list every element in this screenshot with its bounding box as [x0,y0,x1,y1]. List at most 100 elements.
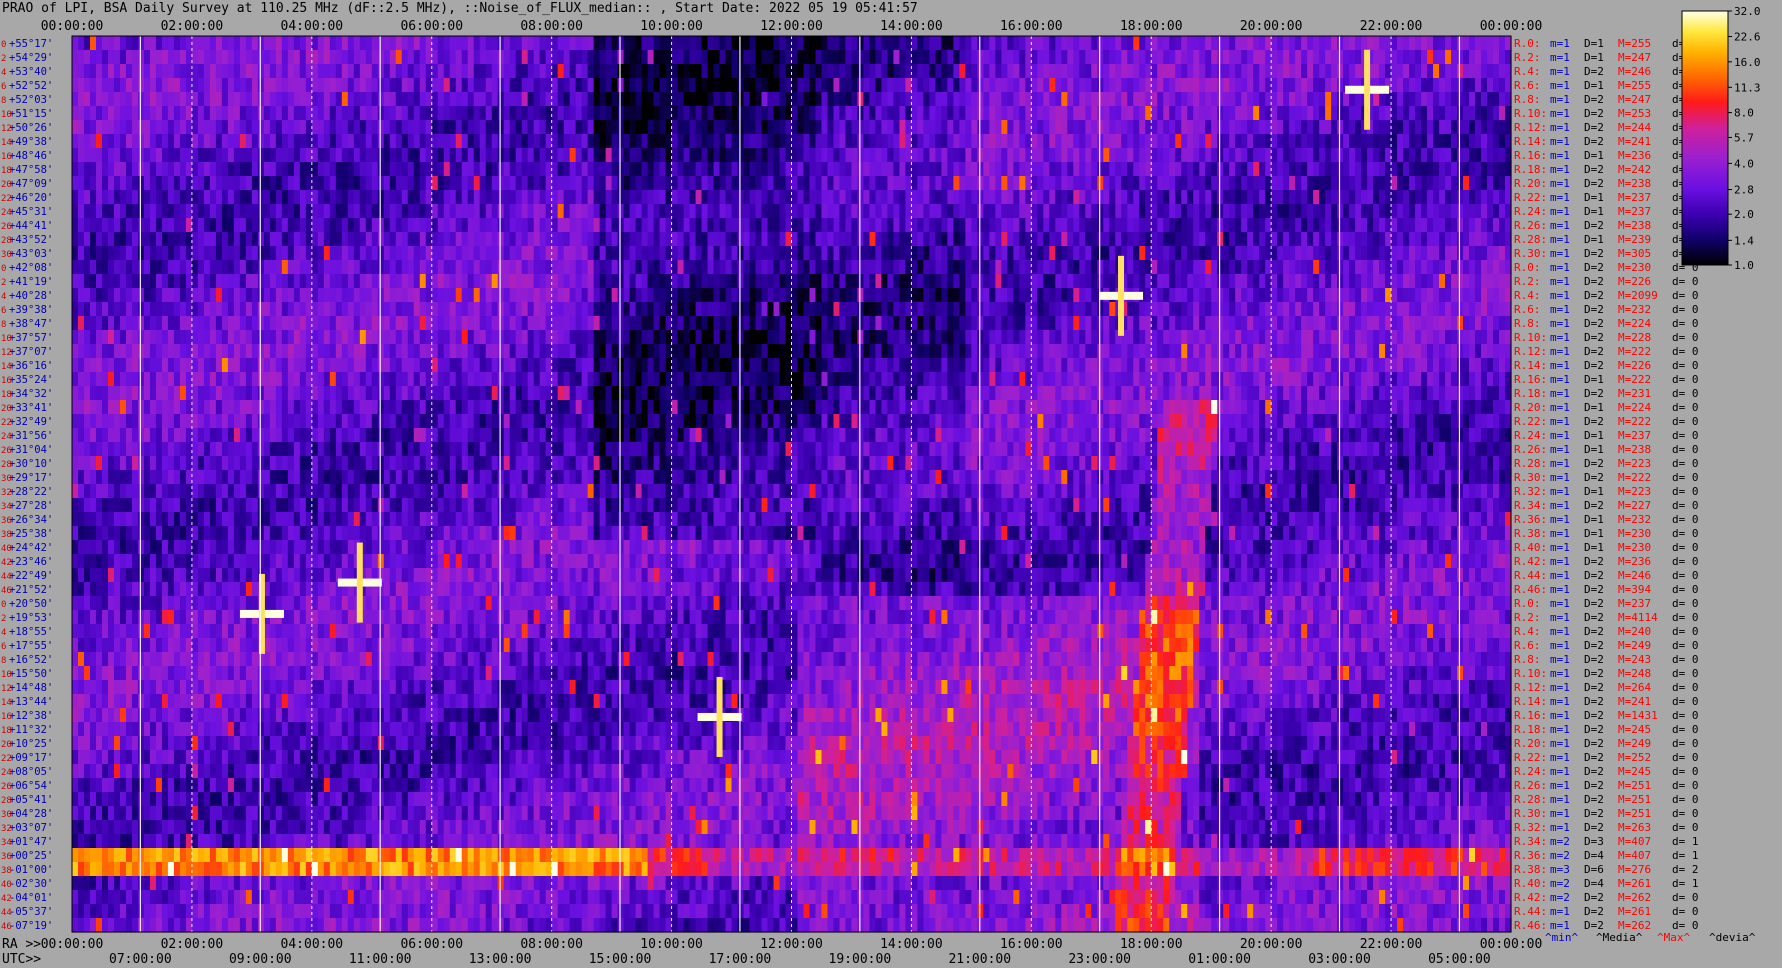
heatmap-cell [1019,274,1026,289]
heatmap-cell [1175,176,1182,191]
heatmap-cell [83,232,91,247]
heatmap-cell [233,316,241,331]
heatmap-cell [527,218,535,233]
heatmap-cell [1319,106,1326,121]
heatmap-cell [1037,176,1044,191]
heatmap-cell [1157,134,1164,149]
heatmap-cell [473,92,481,107]
heatmap-cell [515,64,523,79]
heatmap-cell [1247,204,1254,219]
heatmap-cell [419,260,427,275]
heatmap-cell [713,204,721,219]
heatmap-cell [851,78,859,93]
heatmap-cell [131,302,139,317]
heatmap-cell [1355,134,1362,149]
heatmap-cell [365,106,373,121]
heatmap-cell [407,64,415,79]
heatmap-cell [167,302,175,317]
heatmap-cell [113,92,121,107]
heatmap-cell [1451,36,1458,51]
heatmap-cell [611,232,619,247]
heatmap-cell [341,162,349,177]
heatmap-cell [1343,232,1350,247]
heatmap-cell [1229,288,1236,303]
heatmap-cell [809,316,817,331]
heatmap-cell [995,36,1002,51]
heatmap-cell [935,36,942,51]
heatmap-cell [521,288,529,303]
heatmap-cell [1139,120,1146,135]
heatmap-cell [527,92,535,107]
heatmap-cell [485,274,493,289]
heatmap-cell [1457,302,1464,317]
heatmap-cell [1085,36,1092,51]
heatmap-cell [161,218,169,233]
heatmap-cell [191,218,199,233]
heatmap-cell [1487,92,1494,107]
heatmap-cell [227,134,235,149]
heatmap-cell [281,134,289,149]
heatmap-cell [1109,190,1116,205]
heatmap-cell [773,120,781,135]
heatmap-cell [299,204,307,219]
heatmap-cell [155,50,163,65]
heatmap-cell [719,50,727,65]
heatmap-cell [977,176,984,191]
heatmap-cell [281,148,289,163]
heatmap-cell [479,288,487,303]
heatmap-cell [1415,218,1422,233]
heatmap-cell [1175,302,1182,317]
heatmap-cell [413,148,421,163]
heatmap-cell [779,92,787,107]
heatmap-cell [911,36,919,51]
heatmap-cell [575,288,583,303]
heatmap-cell [509,246,517,261]
heatmap-cell [629,106,637,121]
heatmap-cell [821,162,829,177]
heatmap-cell [881,162,889,177]
heatmap-cell [533,176,541,191]
heatmap-cell [1031,204,1038,219]
heatmap-cell [1157,36,1164,51]
heatmap-cell [761,148,769,163]
heatmap-cell [1259,120,1266,135]
heatmap-cell [1397,302,1404,317]
heatmap-cell [521,302,529,317]
heatmap-cell [167,148,175,163]
heatmap-cell [623,36,631,51]
heatmap-cell [551,274,559,289]
heatmap-cell [461,92,469,107]
heatmap-cell [923,176,931,191]
heatmap-cell [1457,50,1464,65]
heatmap-cell [1331,176,1338,191]
heatmap-cell [1391,246,1398,261]
heatmap-cell [899,204,907,219]
heatmap-cell [641,190,649,205]
heatmap-cell [563,246,571,261]
heatmap-cell [815,162,823,177]
heatmap-cell [707,36,715,51]
heatmap-cell [713,316,721,331]
heatmap-cell [263,232,271,247]
heatmap-cell [1007,260,1014,275]
heatmap-cell [617,274,625,289]
heatmap-cell [365,232,373,247]
heatmap-cell [1493,162,1500,177]
heatmap-cell [1403,134,1410,149]
heatmap-cell [707,134,715,149]
heatmap-cell [851,148,859,163]
heatmap-cell [1049,92,1056,107]
heatmap-cell [1115,78,1122,93]
heatmap-cell [455,36,463,51]
heatmap-cell [1463,302,1470,317]
heatmap-cell [443,302,451,317]
heatmap-cell [587,190,595,205]
heatmap-cell [317,218,325,233]
heatmap-cell [107,148,115,163]
heatmap-cell [1259,302,1266,317]
heatmap-cell [311,148,319,163]
heatmap-cell [89,148,97,163]
heatmap-cell [323,36,331,51]
heatmap-cell [833,218,841,233]
heatmap-cell [791,148,799,163]
